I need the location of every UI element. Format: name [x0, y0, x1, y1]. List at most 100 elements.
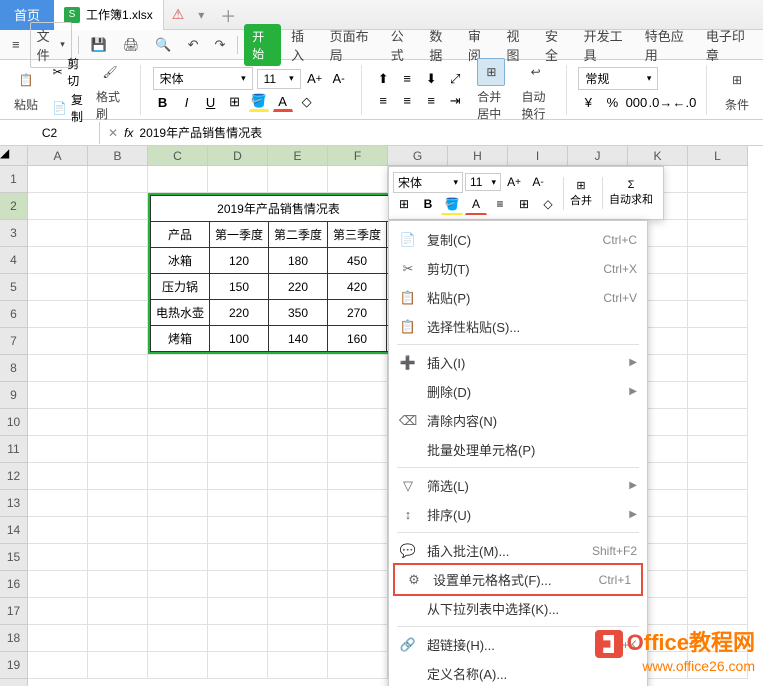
- tab-special[interactable]: 特色应用: [639, 22, 696, 68]
- cm-comment[interactable]: 💬插入批注(M)...Shift+F2: [389, 536, 647, 565]
- row-header[interactable]: 4: [0, 247, 28, 274]
- conditional-format-button[interactable]: ⊞ 条件: [719, 64, 755, 115]
- mini-merge-button[interactable]: ⊞ 合并: [563, 177, 598, 210]
- row-header[interactable]: 8: [0, 355, 28, 382]
- cm-copy[interactable]: 📄复制(C)Ctrl+C: [389, 225, 647, 254]
- warning-icon[interactable]: ⚠: [164, 6, 193, 23]
- comma-icon[interactable]: 000: [626, 92, 646, 112]
- increase-font-icon[interactable]: A+: [305, 69, 325, 89]
- row-header[interactable]: 10: [0, 409, 28, 436]
- col-header[interactable]: E: [268, 146, 328, 166]
- align-left-icon[interactable]: ≡: [373, 91, 393, 111]
- fill-color-button[interactable]: 🪣: [249, 92, 269, 112]
- percent-icon[interactable]: %: [602, 92, 622, 112]
- bold-button[interactable]: B: [153, 92, 173, 112]
- currency-icon[interactable]: ¥: [578, 92, 598, 112]
- number-format-select[interactable]: 常规▾: [578, 67, 658, 90]
- col-header[interactable]: G: [388, 146, 448, 166]
- row-header[interactable]: 9: [0, 382, 28, 409]
- tab-stamp[interactable]: 电子印章: [700, 22, 757, 68]
- align-center-icon[interactable]: ≡: [397, 91, 417, 111]
- decrease-decimal-icon[interactable]: ←.0: [674, 92, 694, 112]
- name-box[interactable]: C2: [0, 122, 100, 144]
- save-icon[interactable]: 💾: [85, 33, 113, 57]
- col-header[interactable]: L: [688, 146, 748, 166]
- mini-font-select[interactable]: 宋体▾: [393, 172, 463, 193]
- cm-insert[interactable]: ➕插入(I)▶: [389, 348, 647, 377]
- row-header[interactable]: 14: [0, 517, 28, 544]
- col-header[interactable]: B: [88, 146, 148, 166]
- col-header[interactable]: F: [328, 146, 388, 166]
- mini-size-select[interactable]: 11▾: [465, 173, 501, 191]
- cut-button[interactable]: 剪切: [67, 55, 84, 89]
- cm-filter[interactable]: ▽筛选(L)▶: [389, 471, 647, 500]
- selected-range[interactable]: 2019年产品销售情况表 产品 第一季度 第二季度 第三季度 第 冰箱12018…: [148, 193, 409, 354]
- cm-batch[interactable]: 批量处理单元格(P): [389, 435, 647, 464]
- row-header[interactable]: 2: [0, 193, 28, 220]
- col-header[interactable]: D: [208, 146, 268, 166]
- cm-delete[interactable]: 删除(D)▶: [389, 377, 647, 406]
- hamburger-icon[interactable]: ≡: [6, 33, 26, 56]
- preview-icon[interactable]: 🔍: [149, 33, 177, 57]
- decrease-font-icon[interactable]: A-: [329, 69, 349, 89]
- orientation-icon[interactable]: ⤢: [445, 69, 465, 89]
- mini-fill-color-icon[interactable]: 🪣: [441, 193, 463, 215]
- cm-paste-special[interactable]: 📋选择性粘贴(S)...: [389, 312, 647, 341]
- align-right-icon[interactable]: ≡: [421, 91, 441, 111]
- row-header[interactable]: 1: [0, 166, 28, 193]
- cm-dropdown[interactable]: 从下拉列表中选择(K)...: [389, 594, 647, 623]
- paste-button[interactable]: 📋 粘贴: [8, 64, 44, 115]
- wrap-text-button[interactable]: ↩ 自动换行: [518, 56, 554, 124]
- indent-icon[interactable]: ⇥: [445, 91, 465, 111]
- cm-cut[interactable]: ✂剪切(T)Ctrl+X: [389, 254, 647, 283]
- dropdown-icon[interactable]: ▾: [192, 8, 210, 22]
- border-button[interactable]: ⊞: [225, 92, 245, 112]
- col-header[interactable]: K: [628, 146, 688, 166]
- tab-data[interactable]: 数据: [423, 22, 458, 68]
- italic-button[interactable]: I: [177, 92, 197, 112]
- formula-input[interactable]: [139, 126, 755, 140]
- tab-page-layout[interactable]: 页面布局: [324, 22, 381, 68]
- row-header[interactable]: 15: [0, 544, 28, 571]
- cm-paste[interactable]: 📋粘贴(P)Ctrl+V: [389, 283, 647, 312]
- add-tab-button[interactable]: ＋: [210, 3, 246, 27]
- tab-formula[interactable]: 公式: [385, 22, 420, 68]
- row-header[interactable]: 16: [0, 571, 28, 598]
- copy-button[interactable]: 复制: [71, 91, 84, 125]
- col-header[interactable]: A: [28, 146, 88, 166]
- underline-button[interactable]: U: [201, 92, 221, 112]
- tab-insert[interactable]: 插入: [285, 22, 320, 68]
- font-select[interactable]: 宋体▾: [153, 67, 253, 90]
- print-icon[interactable]: 🖨: [117, 33, 146, 57]
- row-header[interactable]: 5: [0, 274, 28, 301]
- mini-increase-font-icon[interactable]: A+: [503, 171, 525, 193]
- row-header[interactable]: 19: [0, 652, 28, 679]
- row-header[interactable]: 11: [0, 436, 28, 463]
- fx-icon[interactable]: fx: [124, 126, 133, 140]
- mini-grid-icon[interactable]: ⊞: [513, 193, 535, 215]
- row-header[interactable]: 17: [0, 598, 28, 625]
- col-header[interactable]: J: [568, 146, 628, 166]
- col-header[interactable]: I: [508, 146, 568, 166]
- row-header[interactable]: 12: [0, 463, 28, 490]
- row-header[interactable]: 13: [0, 490, 28, 517]
- row-header[interactable]: 20: [0, 679, 28, 686]
- tab-start[interactable]: 开始: [244, 24, 281, 66]
- row-header[interactable]: 6: [0, 301, 28, 328]
- tab-dev[interactable]: 开发工具: [578, 22, 635, 68]
- mini-font-color-icon[interactable]: A: [465, 193, 487, 215]
- row-header[interactable]: 7: [0, 328, 28, 355]
- mini-align-icon[interactable]: ≡: [489, 193, 511, 215]
- align-bottom-icon[interactable]: ⬇: [421, 69, 441, 89]
- select-all-corner[interactable]: ◢: [0, 146, 28, 166]
- mini-format-icon[interactable]: ◇: [537, 193, 559, 215]
- cm-format-cells[interactable]: ⚙设置单元格格式(F)...Ctrl+1: [395, 565, 641, 594]
- style-button[interactable]: ◇: [297, 92, 317, 112]
- col-header[interactable]: H: [448, 146, 508, 166]
- format-painter-button[interactable]: 🖌 格式刷: [92, 56, 128, 124]
- mini-decrease-font-icon[interactable]: A-: [527, 171, 549, 193]
- undo-icon[interactable]: ↶: [182, 33, 205, 57]
- cancel-icon[interactable]: ✕: [108, 126, 118, 140]
- row-header[interactable]: 3: [0, 220, 28, 247]
- align-middle-icon[interactable]: ≡: [397, 69, 417, 89]
